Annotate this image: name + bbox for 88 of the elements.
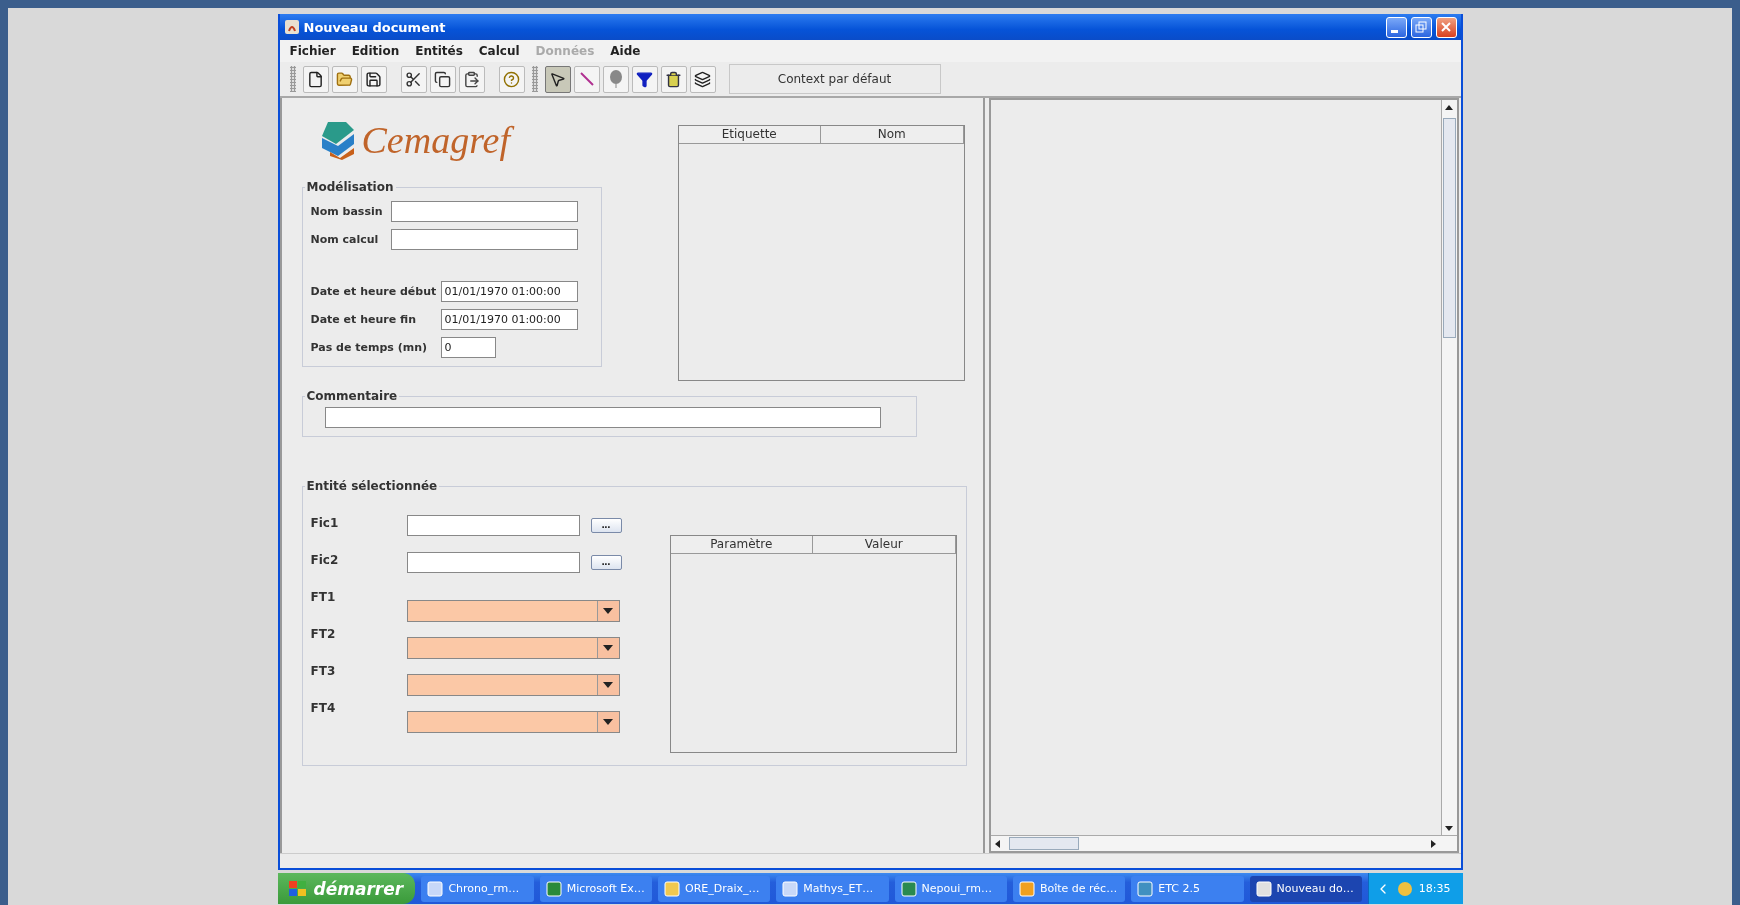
taskbar-item[interactable]: ORE_Draix_… [658,875,771,902]
taskbar-item[interactable]: Nouveau do… [1249,875,1362,902]
minimize-icon [1390,29,1398,33]
toolbar-button[interactable] [400,65,427,93]
browse-button[interactable]: ... [590,554,622,570]
help-icon [503,70,520,88]
logo-text: Cemagref [359,117,516,163]
column-header: Paramètre [670,536,813,554]
field-label: Fic1 [310,515,340,532]
context-field[interactable]: Context par défaut [728,64,941,94]
column-header: Nom [821,126,964,144]
restore-icon [1415,21,1427,33]
group-title: Modélisation [305,180,395,194]
down-arrow-icon [1445,825,1453,831]
toolbar-button[interactable] [302,65,329,93]
windows-flag-icon [287,879,308,898]
taskbar-item[interactable]: ETC 2.5 [1131,875,1244,902]
toolbar-button[interactable] [429,65,456,93]
input-field[interactable]: 0 [440,336,496,358]
restore-button[interactable] [1410,16,1432,38]
caret-icon [603,719,613,725]
field-label: Date et heure fin [310,312,417,326]
line-icon [578,71,595,87]
field-label: Fic2 [310,552,340,569]
column-header: Etiquette [678,126,821,144]
toolbar-button[interactable] [689,65,716,93]
pointer-icon [549,70,566,88]
close-icon [1440,21,1452,33]
comment-field[interactable] [324,407,881,428]
input-field[interactable] [390,228,578,250]
funnel-icon [636,70,653,88]
field-label: Nom calcul [310,232,380,246]
right-arrow-icon [1431,839,1436,848]
scissors-icon [405,70,422,88]
window-title: Nouveau document [303,19,447,35]
field-label: FT4 [310,700,337,717]
menu-item[interactable]: Calcul [472,42,526,60]
field-label: FT2 [310,626,337,643]
scrollbar-thumb[interactable] [1442,118,1456,338]
toolbar-button[interactable] [544,65,571,93]
balloon-icon [608,70,623,88]
layers-icon [694,70,711,88]
toolbar-button[interactable] [631,65,658,93]
caret-icon [603,608,613,614]
field-label: FT3 [310,663,337,680]
dropdown-button[interactable] [596,638,619,658]
input-field[interactable]: 01/01/1970 01:00:00 [440,280,578,302]
field-label: FT1 [310,589,337,606]
dropdown-button[interactable] [596,601,619,621]
field-label: Pas de temps (mn) [310,340,428,354]
new-file-icon [307,70,324,88]
toolbar-button[interactable] [360,65,387,93]
trash-icon [665,70,682,88]
menu-item[interactable]: Entités [409,42,469,60]
field-label: Nom bassin [310,204,384,218]
file-field[interactable] [406,514,580,536]
caret-icon [603,682,613,688]
field-label: Date et heure début [310,284,438,298]
dropdown-button[interactable] [596,712,619,732]
taskbar-item[interactable]: Chrono_rm… [421,875,534,902]
caret-icon [603,645,613,651]
input-field[interactable]: 01/01/1970 01:00:00 [440,308,578,330]
horizontal-scrollbar[interactable] [990,835,1457,851]
up-arrow-icon [1445,104,1453,110]
taskbar-item[interactable]: Boîte de réc… [1012,875,1126,902]
column-header: Valeur [813,536,956,554]
group-title: Commentaire [305,389,399,403]
taskbar-item[interactable]: Microsoft Ex… [539,875,652,902]
clock-text: 18:35 [1418,882,1451,895]
left-arrow-icon [995,839,1000,848]
paste-icon [463,70,480,88]
input-field[interactable] [390,200,578,222]
taskbar-item[interactable]: Nepoui_rm… [894,875,1007,902]
toolbar-button[interactable] [458,65,485,93]
save-icon [365,70,382,88]
scrollbar-thumb[interactable] [1008,837,1079,850]
menu-item[interactable]: Fichier [283,42,342,60]
file-field[interactable] [406,551,580,573]
copy-icon [434,70,451,88]
close-button[interactable] [1435,16,1457,38]
taskbar-item[interactable]: Mathys_ET… [776,875,889,902]
browse-button[interactable]: ... [590,517,622,533]
group-title: Entité sélectionnée [305,479,439,493]
menu-item[interactable]: Edition [345,42,406,60]
toolbar-button[interactable] [660,65,687,93]
minimize-button[interactable] [1385,16,1407,38]
menu-item[interactable]: Aide [604,42,647,60]
dropdown-button[interactable] [596,675,619,695]
